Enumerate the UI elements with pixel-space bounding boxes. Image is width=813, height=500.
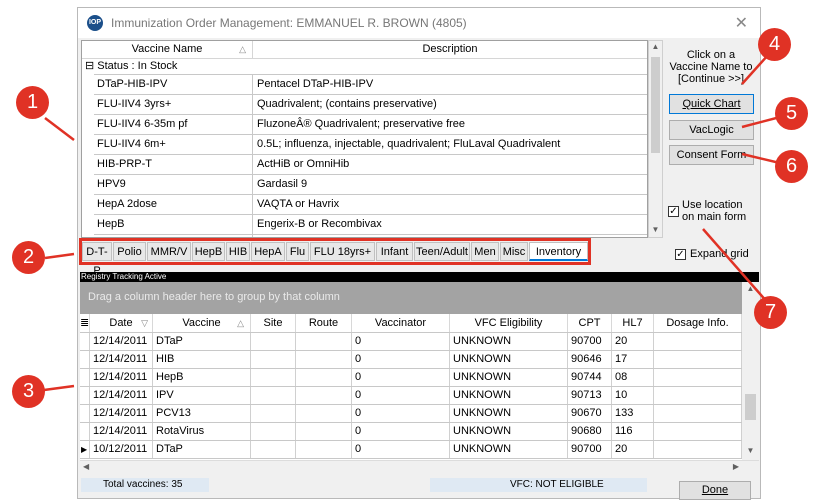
callout-badge-1: 1 <box>16 86 49 119</box>
callout-arrow-3 <box>43 384 75 392</box>
callout-arrow-4 <box>741 54 769 85</box>
tabs-highlight-box <box>79 238 591 265</box>
callout-arrow-2 <box>44 252 75 260</box>
callout-badge-5: 5 <box>775 97 808 130</box>
callout-badge-2: 2 <box>12 241 45 274</box>
callout-badge-7: 7 <box>754 296 787 329</box>
callout-arrow-7 <box>702 228 769 304</box>
callout-badge-4: 4 <box>758 28 791 61</box>
callout-badge-3: 3 <box>12 375 45 408</box>
callout-arrow-1 <box>44 117 75 141</box>
callout-badge-6: 6 <box>775 150 808 183</box>
